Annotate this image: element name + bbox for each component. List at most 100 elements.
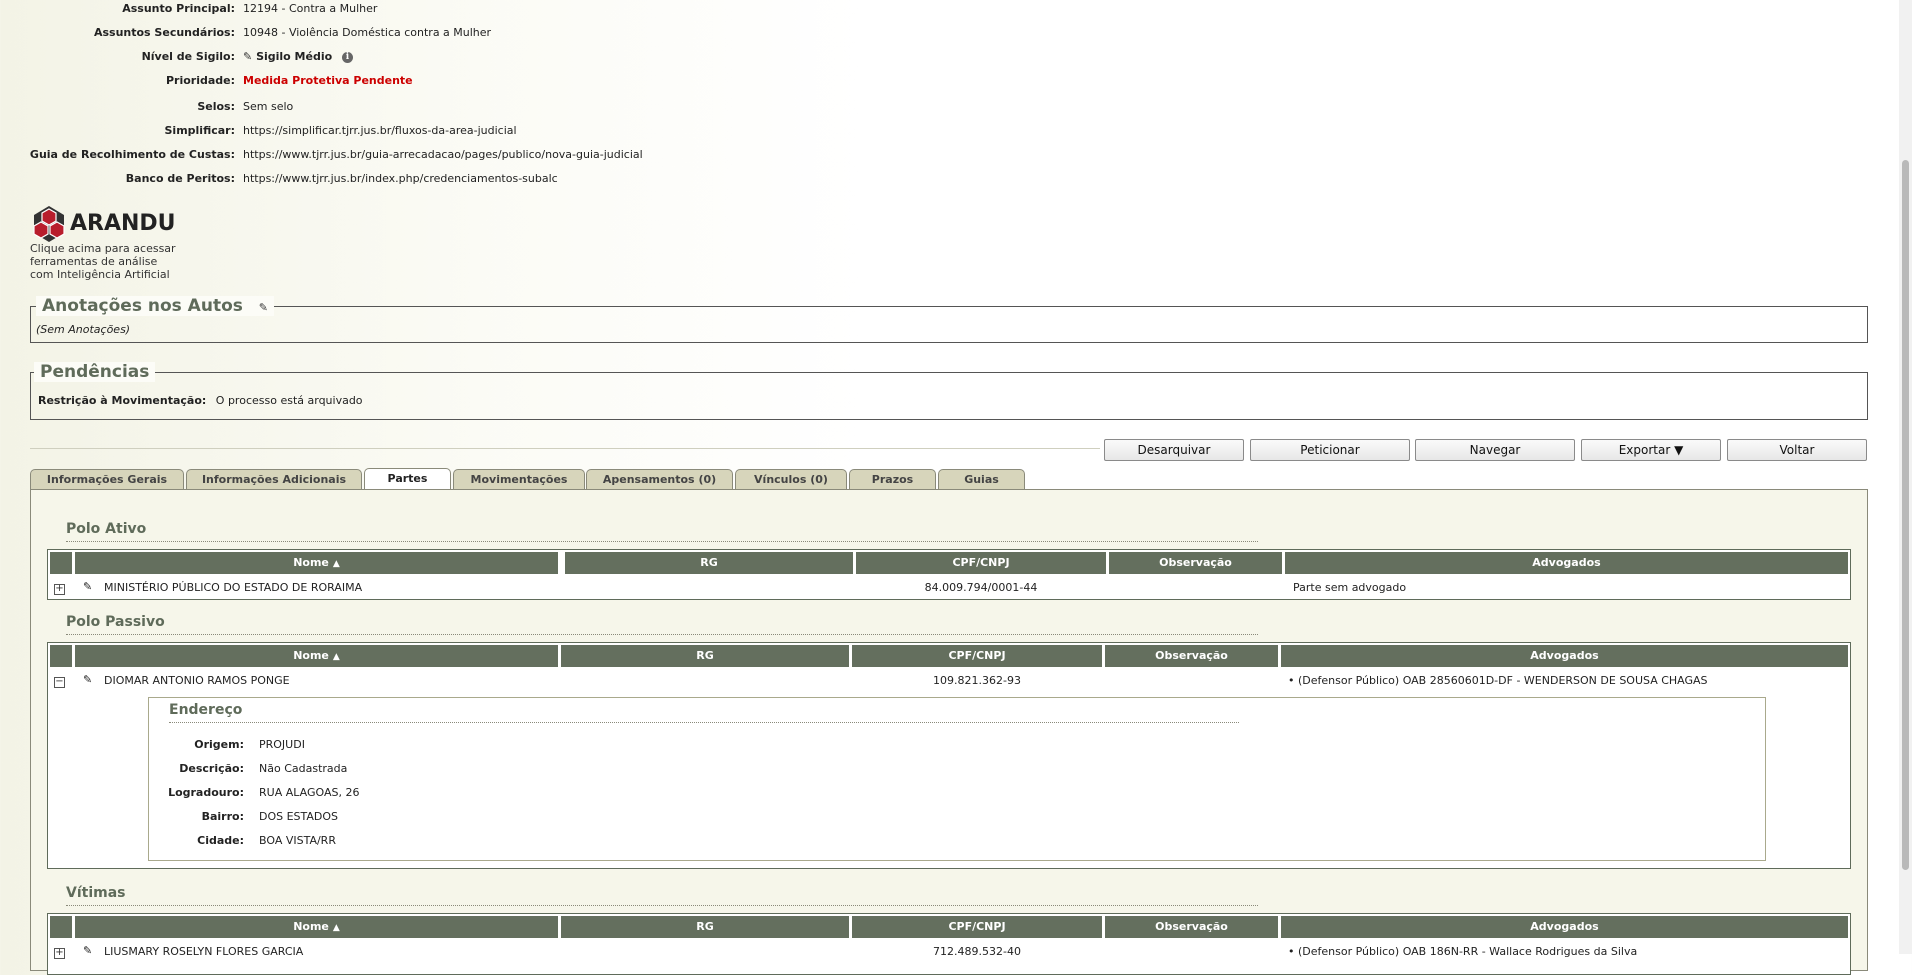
page-scrollbar[interactable] xyxy=(1899,0,1912,954)
polo-passivo-table: Nome ▲ RG CPF/CNPJ Observação Advogados −… xyxy=(47,642,1851,869)
column-header-cpf: CPF/CNPJ xyxy=(856,552,1106,574)
desarquivar-button[interactable]: Desarquivar xyxy=(1104,439,1244,461)
voltar-button[interactable]: Voltar xyxy=(1727,439,1867,461)
column-header-cpf: CPF/CNPJ xyxy=(852,645,1102,667)
column-header-observacao: Observação xyxy=(1105,916,1278,938)
minus-box-icon[interactable]: − xyxy=(54,677,65,688)
endereco-value: Não Cadastrada xyxy=(259,762,348,775)
caption-line: com Inteligência Artificial xyxy=(30,268,170,281)
tab-informacoes-adicionais[interactable]: Informações Adicionais xyxy=(186,469,362,489)
exportar-button[interactable]: Exportar ▼ xyxy=(1581,439,1721,461)
info-label: Guia de Recolhimento de Custas: xyxy=(29,148,235,161)
column-header-nome[interactable]: Nome ▲ xyxy=(75,645,558,667)
endereco-value: RUA ALAGOAS, 26 xyxy=(259,786,360,799)
column-header-observacao: Observação xyxy=(1109,552,1282,574)
vitimas-title: Vítimas xyxy=(66,885,126,901)
party-cpf: 109.821.362-93 xyxy=(933,674,1021,687)
polo-ativo-table: Nome ▲ RG CPF/CNPJ Observação Advogados +… xyxy=(47,549,1851,600)
arandu-logo-text: ARANDU xyxy=(70,211,176,236)
caption-line: ferramentas de análise xyxy=(30,255,158,268)
section-divider xyxy=(169,722,1239,723)
endereco-label: Descrição: xyxy=(179,762,244,775)
pencil-icon[interactable]: ✎ xyxy=(243,50,252,63)
pencil-icon[interactable]: ✎ xyxy=(83,580,92,593)
party-advogados: Parte sem advogado xyxy=(1293,581,1407,594)
navegar-button[interactable]: Navegar xyxy=(1415,439,1575,461)
tab-prazos[interactable]: Prazos xyxy=(849,469,936,489)
polo-passivo-title: Polo Passivo xyxy=(66,614,165,630)
anotacoes-empty: (Sem Anotações) xyxy=(36,323,131,336)
info-value: 10948 - Violência Doméstica contra a Mul… xyxy=(243,26,492,39)
arandu-logo[interactable]: ARANDU xyxy=(30,205,180,245)
info-label: Simplificar: xyxy=(164,124,236,137)
info-label: Nível de Sigilo: xyxy=(141,50,235,63)
party-advogados: • (Defensor Público) OAB 28560601D-DF - … xyxy=(1288,674,1708,687)
info-label: Selos: xyxy=(197,100,235,113)
party-cpf: 84.009.794/0001-44 xyxy=(924,581,1038,594)
pendencias-label: Restrição à Movimentação: xyxy=(38,394,207,407)
tab-apensamentos[interactable]: Apensamentos (0) xyxy=(586,469,733,489)
column-header-nome[interactable]: Nome ▲ xyxy=(75,916,558,938)
party-name: LIUSMARY ROSELYN FLORES GARCIA xyxy=(104,945,304,958)
info-nivel-sigilo: Nível de Sigilo: ✎ Sigilo Médio i xyxy=(0,50,354,66)
endereco-label: Cidade: xyxy=(197,834,244,847)
pendencias-value: O processo está arquivado xyxy=(215,394,363,407)
info-value: Sem selo xyxy=(243,100,294,113)
endereco-title: Endereço xyxy=(169,702,243,718)
caption-line: Clique acima para acessar xyxy=(30,242,176,255)
party-cpf: 712.489.532-40 xyxy=(933,945,1021,958)
peticionar-button[interactable]: Peticionar xyxy=(1250,439,1410,461)
column-header-advogados: Advogados xyxy=(1281,916,1848,938)
info-label: Assuntos Secundários: xyxy=(93,26,235,39)
info-icon[interactable]: i xyxy=(342,51,354,63)
arandu-caption: Clique acima para acessar ferramentas de… xyxy=(30,242,176,281)
column-header-advogados: Advogados xyxy=(1281,645,1848,667)
anotacoes-legend: Anotações nos Autos ✎ xyxy=(36,296,275,316)
endereco-value: PROJUDI xyxy=(259,738,305,751)
sigilo-text: Sigilo Médio xyxy=(256,50,333,63)
info-value: 12194 - Contra a Mulher xyxy=(243,2,378,15)
endereco-value: DOS ESTADOS xyxy=(259,810,339,823)
sort-ascending-icon: ▲ xyxy=(332,923,340,933)
anotacoes-fieldset xyxy=(30,306,1868,343)
pencil-icon[interactable]: ✎ xyxy=(83,944,92,957)
scrollbar-thumb[interactable] xyxy=(1902,160,1909,870)
endereco-label: Logradouro: xyxy=(168,786,244,799)
party-name: DIOMAR ANTONIO RAMOS PONGE xyxy=(104,674,290,687)
info-prioridade: Prioridade: Medida Protetiva Pendente xyxy=(0,74,413,90)
simplificar-link[interactable]: https://simplificar.tjrr.jus.br/fluxos-d… xyxy=(243,124,517,137)
table-header-blank xyxy=(50,552,72,574)
tab-guias[interactable]: Guias xyxy=(938,469,1025,489)
sigilo-value: ✎ Sigilo Médio i xyxy=(243,50,354,63)
tab-vinculos[interactable]: Vínculos (0) xyxy=(735,469,847,489)
column-header-cpf: CPF/CNPJ xyxy=(852,916,1102,938)
tab-partes[interactable]: Partes xyxy=(364,468,451,490)
info-selos: Selos: Sem selo xyxy=(0,100,293,116)
info-assunto-principal: Assunto Principal: 12194 - Contra a Mulh… xyxy=(0,2,377,18)
tab-informacoes-gerais[interactable]: Informações Gerais xyxy=(30,469,184,489)
pencil-icon[interactable]: ✎ xyxy=(259,301,268,314)
polo-ativo-title: Polo Ativo xyxy=(66,521,147,537)
info-simplificar: Simplificar: https://simplificar.tjrr.ju… xyxy=(0,124,517,140)
section-divider xyxy=(66,541,1258,542)
pendencias-legend: Pendências xyxy=(34,362,156,382)
sort-ascending-icon: ▲ xyxy=(332,652,340,662)
guia-link[interactable]: https://www.tjrr.jus.br/guia-arrecadacao… xyxy=(243,148,643,161)
tab-movimentacoes[interactable]: Movimentações xyxy=(453,469,585,489)
toolbar-divider xyxy=(30,448,1100,449)
vitimas-table: Nome ▲ RG CPF/CNPJ Observação Advogados +… xyxy=(47,913,1851,975)
arandu-hexagon-icon xyxy=(33,206,65,242)
column-header-nome[interactable]: Nome ▲ xyxy=(75,552,558,574)
info-label: Banco de Peritos: xyxy=(125,172,235,185)
table-header-blank xyxy=(50,645,72,667)
pencil-icon[interactable]: ✎ xyxy=(83,673,92,686)
peritos-link[interactable]: https://www.tjrr.jus.br/index.php/creden… xyxy=(243,172,558,185)
column-header-observacao: Observação xyxy=(1105,645,1278,667)
table-header-blank xyxy=(50,916,72,938)
party-name: MINISTÉRIO PÚBLICO DO ESTADO DE RORAIMA xyxy=(104,581,363,594)
endereco-label: Bairro: xyxy=(201,810,244,823)
section-divider xyxy=(66,905,1258,906)
section-divider xyxy=(66,634,1258,635)
plus-box-icon[interactable]: + xyxy=(54,584,65,595)
pendencias-row: Restrição à Movimentação: O processo est… xyxy=(38,394,363,407)
